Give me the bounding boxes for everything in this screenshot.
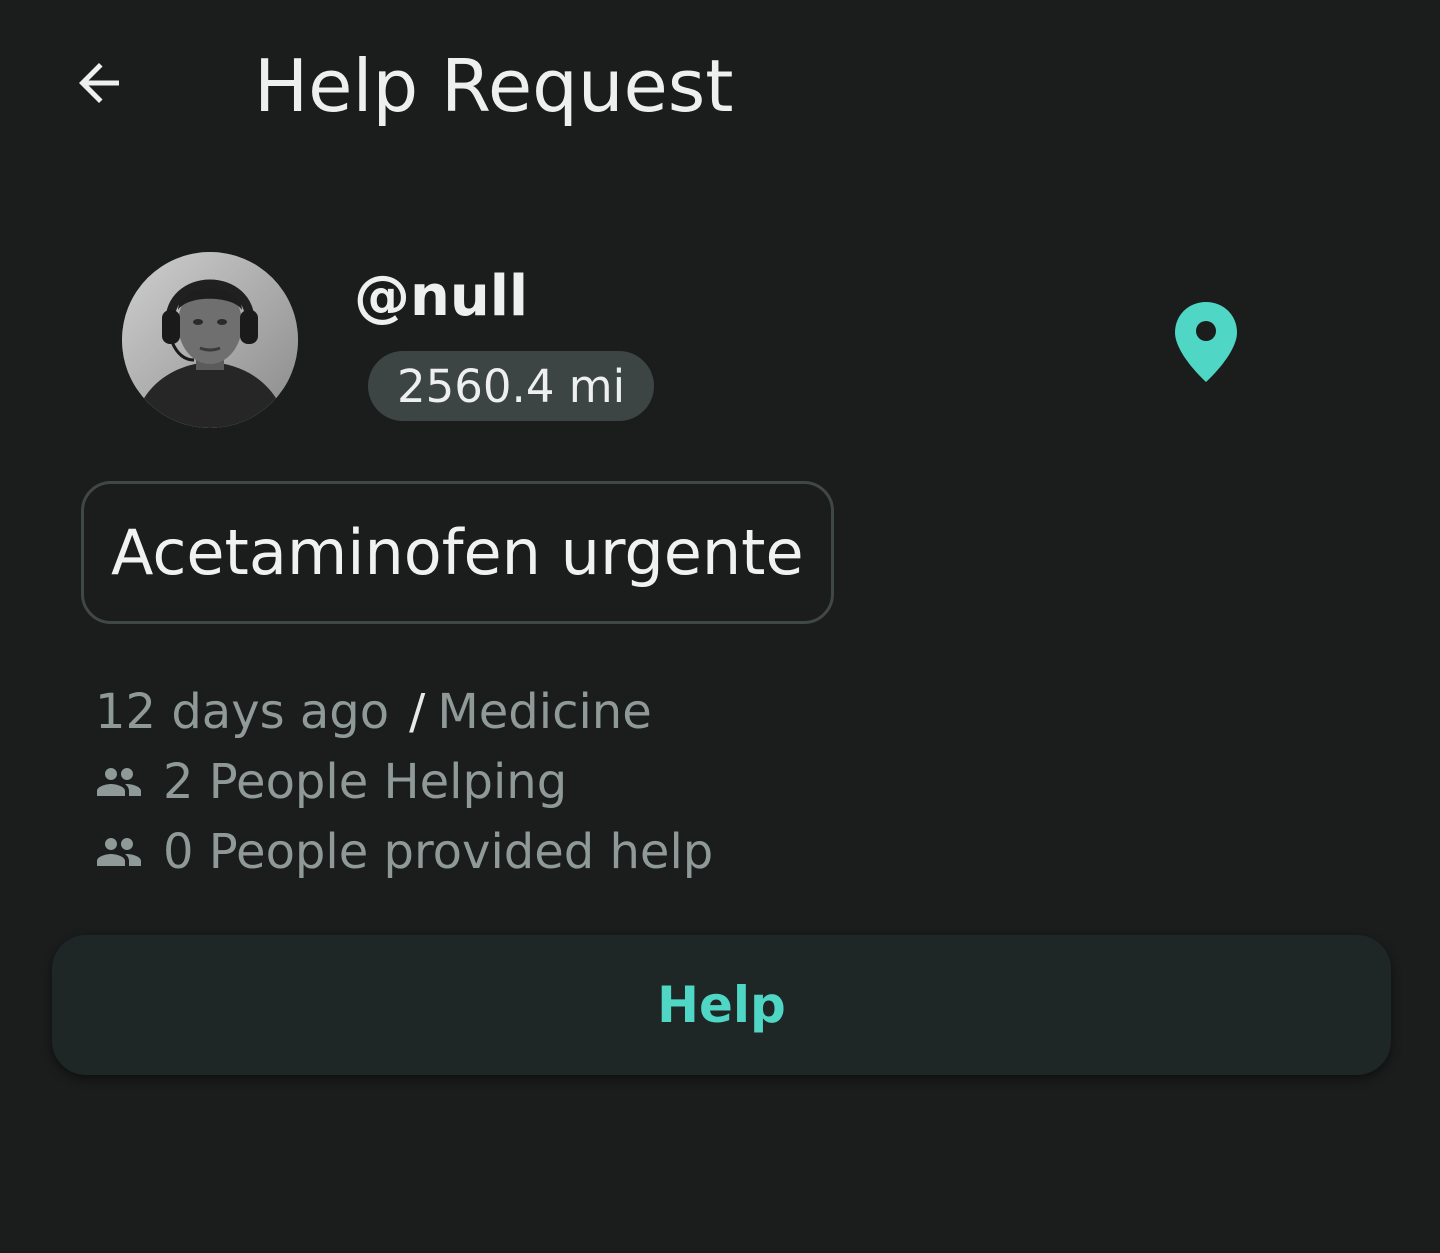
distance-label: 2560.4 mi (397, 359, 626, 413)
request-meta: 12 days ago / Medicine (95, 680, 652, 744)
distance-chip: 2560.4 mi (368, 351, 655, 421)
request-title: Acetaminofen urgente (111, 515, 804, 589)
location-button[interactable] (1160, 290, 1252, 394)
meta-separator: / (409, 684, 426, 740)
back-button[interactable] (58, 42, 140, 124)
time-ago: 12 days ago (95, 684, 390, 740)
people-icon (95, 828, 143, 876)
people-helping-row: 2 People Helping (95, 750, 567, 814)
people-provided-row: 0 People provided help (95, 820, 713, 884)
map-pin-icon (1175, 302, 1237, 382)
username[interactable]: @null (354, 262, 528, 332)
people-provided-text: 0 People provided help (163, 824, 714, 880)
arrow-left-icon (79, 63, 119, 103)
request-title-box: Acetaminofen urgente (81, 481, 834, 624)
people-icon (95, 758, 143, 806)
user-photo (122, 252, 298, 428)
help-request-screen: Help Request @null 2560.4 mi Acetaminofe… (0, 0, 1440, 1253)
category-label: Medicine (437, 684, 652, 740)
page-title: Help Request (254, 44, 734, 128)
people-helping-text: 2 People Helping (163, 754, 568, 810)
avatar[interactable] (122, 252, 298, 428)
help-button-label: Help (657, 976, 786, 1034)
help-button[interactable]: Help (52, 935, 1391, 1075)
